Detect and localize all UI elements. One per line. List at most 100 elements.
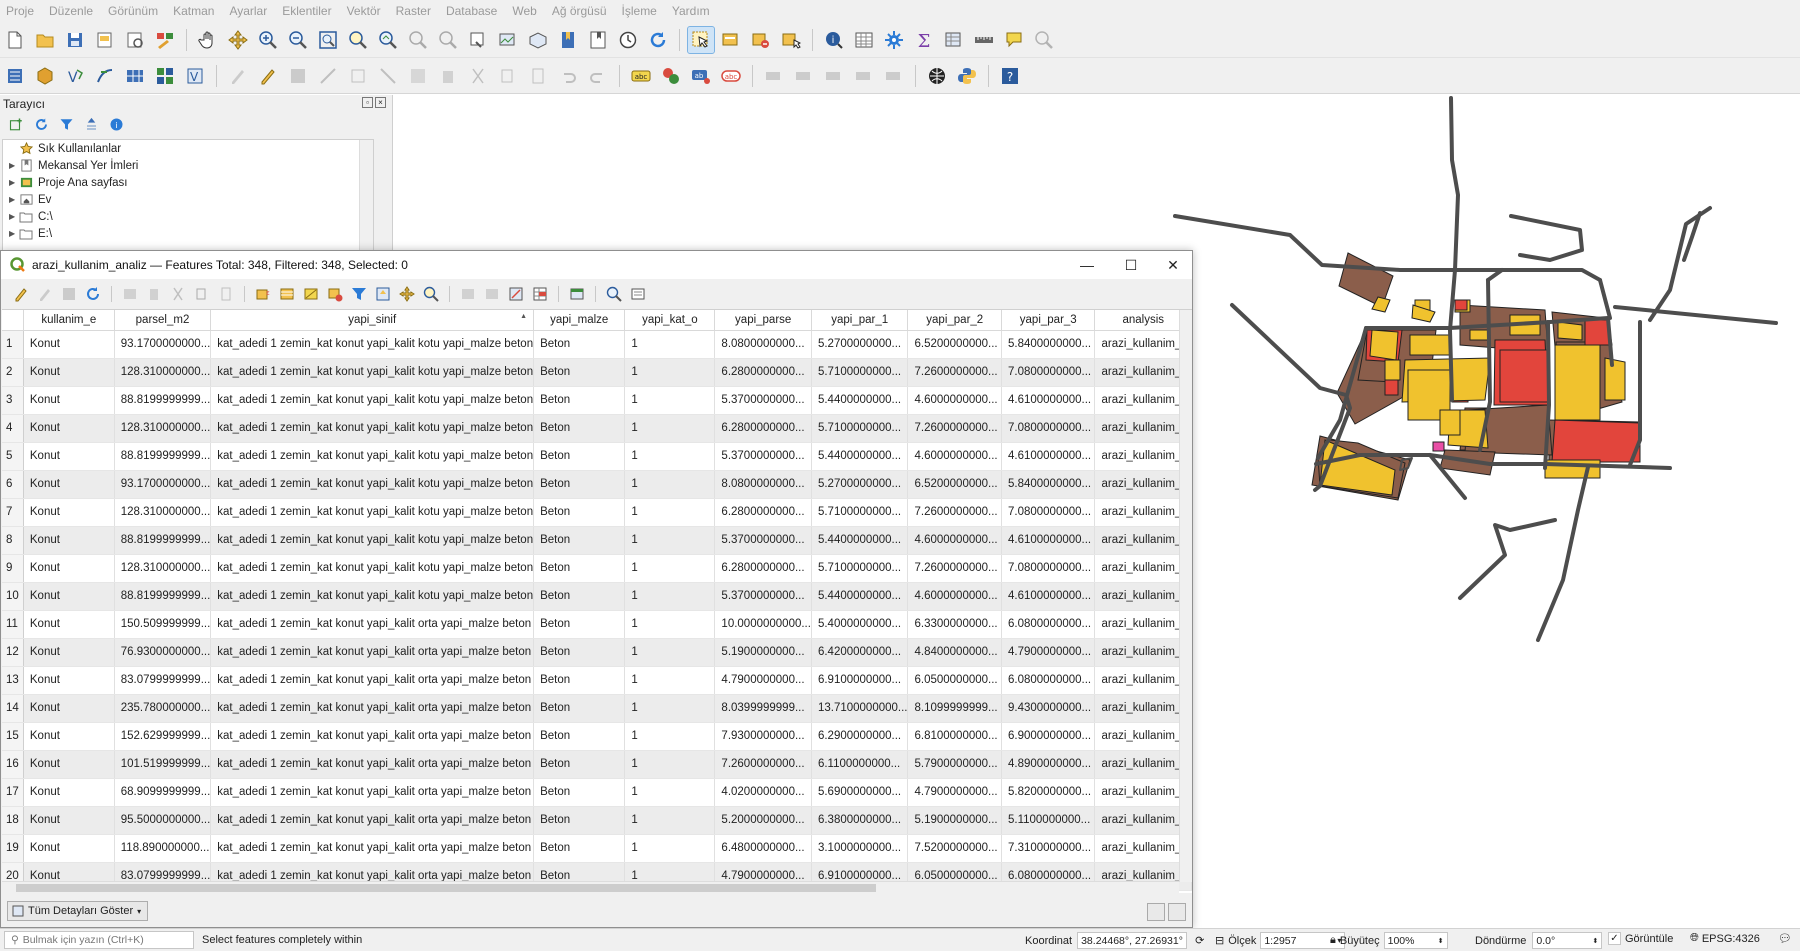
table-cell[interactable]: 5.8400000000... xyxy=(1001,470,1096,499)
table-cell[interactable]: 1 xyxy=(624,722,716,751)
new-geopackage-icon[interactable] xyxy=(32,63,58,89)
browser-tree-item[interactable]: ▶ Proje Ana sayfası xyxy=(3,174,373,191)
table-cell[interactable]: 4.6000000000... xyxy=(907,386,1002,415)
table-row[interactable]: 3 Konut 88.8199999999... kat_adedi 1 zemin_… xyxy=(2,386,1192,415)
table-cell[interactable]: 7.2600000000... xyxy=(907,414,1002,443)
table-cell[interactable]: 235.780000000... xyxy=(114,694,212,723)
table-cell[interactable]: Beton xyxy=(533,526,626,555)
table-cell[interactable]: Konut xyxy=(23,694,115,723)
add-wms-layer-icon[interactable] xyxy=(152,63,178,89)
table-cell[interactable]: 128.310000000... xyxy=(114,358,212,387)
add-layer-icon[interactable] xyxy=(7,115,25,133)
show-bookmarks-icon[interactable] xyxy=(585,27,611,53)
table-cell[interactable]: 5.7100000000... xyxy=(811,498,909,527)
corner-header[interactable] xyxy=(2,310,24,331)
table-cell[interactable]: 4.7900000000... xyxy=(907,778,1002,807)
table-cell[interactable]: 8.0800000000... xyxy=(714,470,812,499)
search-actions-icon[interactable] xyxy=(604,283,624,305)
table-cell[interactable]: 6.0800000000... xyxy=(1001,666,1096,695)
crs-widget[interactable]: 🌐︎ EPSG:4326 xyxy=(1690,932,1760,945)
add-vector-layer-icon[interactable]: V xyxy=(62,63,88,89)
add-wfs-layer-icon[interactable]: V xyxy=(182,63,208,89)
table-cell[interactable]: Beton xyxy=(533,722,626,751)
table-cell[interactable]: 7.9300000000... xyxy=(714,722,812,751)
table-cell[interactable]: 7.2600000000... xyxy=(907,498,1002,527)
column-header[interactable]: yapi_par_1 xyxy=(811,310,909,331)
table-cell[interactable]: 4.6000000000... xyxy=(907,582,1002,611)
table-cell[interactable]: Beton xyxy=(533,666,626,695)
toggle-extents-icon[interactable]: ⟳ xyxy=(1195,934,1204,947)
copy-icon[interactable] xyxy=(192,283,212,305)
table-cell[interactable]: 5.3700000000... xyxy=(714,582,812,611)
table-cell[interactable]: 1 xyxy=(624,806,716,835)
expand-arrow-icon[interactable]: ▶ xyxy=(9,195,19,204)
table-cell[interactable]: 5.3700000000... xyxy=(714,526,812,555)
column-header[interactable]: yapi_malze xyxy=(533,310,626,331)
table-cell[interactable]: Beton xyxy=(533,498,626,527)
table-cell[interactable]: 4.7900000000... xyxy=(714,666,812,695)
table-cell[interactable]: Konut xyxy=(23,498,115,527)
zoom-to-selection-icon[interactable] xyxy=(345,27,371,53)
browser-tree-item[interactable]: ▶ C:\ xyxy=(3,208,373,225)
table-cell[interactable]: 1 xyxy=(624,526,716,555)
table-cell[interactable]: Beton xyxy=(533,554,626,583)
table-cell[interactable]: 88.8199999999... xyxy=(114,582,212,611)
table-cell[interactable]: kat_adedi 1 zemin_kat konut yapi_kalit k… xyxy=(210,582,535,611)
pan-hand-icon[interactable] xyxy=(195,27,221,53)
table-row[interactable]: 4 Konut 128.310000000... kat_adedi 1 zemin_… xyxy=(2,414,1192,443)
table-cell[interactable]: Beton xyxy=(533,638,626,667)
table-cell[interactable]: 6.2800000000... xyxy=(714,554,812,583)
select-features-icon[interactable] xyxy=(687,25,715,54)
table-cell[interactable]: 5.1900000000... xyxy=(714,638,812,667)
table-cell[interactable]: arazi_kullanim_... xyxy=(1094,694,1192,723)
table-cell[interactable]: Beton xyxy=(533,806,626,835)
column-header[interactable]: parsel_m2 xyxy=(114,310,212,331)
invert-selection-icon[interactable] xyxy=(301,283,321,305)
row-number[interactable]: 18 xyxy=(2,806,24,835)
table-cell[interactable]: 4.8900000000... xyxy=(1001,750,1096,779)
deselect-all-icon[interactable] xyxy=(748,27,774,53)
table-cell[interactable]: kat_adedi 1 zemin_kat konut yapi_kalit o… xyxy=(210,806,535,835)
table-cell[interactable]: arazi_kullanim_... xyxy=(1094,442,1192,471)
table-cell[interactable]: 88.8199999999... xyxy=(114,386,212,415)
table-cell[interactable]: Beton xyxy=(533,778,626,807)
table-cell[interactable]: 4.6000000000... xyxy=(907,526,1002,555)
coordinate-field[interactable]: 38.24468°, 27.26931° xyxy=(1077,932,1188,949)
column-header[interactable]: yapi_par_3 xyxy=(1001,310,1096,331)
table-cell[interactable]: 5.7100000000... xyxy=(811,554,909,583)
table-row[interactable]: 6 Konut 93.1700000000... kat_adedi 1 zemin_… xyxy=(2,470,1192,499)
table-cell[interactable]: kat_adedi 1 zemin_kat konut yapi_kalit k… xyxy=(210,414,535,443)
table-cell[interactable]: 1 xyxy=(624,834,716,863)
table-cell[interactable]: Konut xyxy=(23,610,115,639)
table-cell[interactable]: 13.7100000000... xyxy=(811,694,909,723)
deselect-all-icon[interactable] xyxy=(325,283,345,305)
table-cell[interactable]: 1 xyxy=(624,386,716,415)
table-cell[interactable]: 93.1700000000... xyxy=(114,470,212,499)
temporal-controller-icon[interactable] xyxy=(615,27,641,53)
table-cell[interactable]: 150.509999999... xyxy=(114,610,212,639)
table-cell[interactable]: 3.1000000000... xyxy=(811,834,909,863)
table-row[interactable]: 12 Konut 76.9300000000... kat_adedi 1 zemin… xyxy=(2,638,1192,667)
dock-table-icon[interactable] xyxy=(567,283,587,305)
move-selection-top-icon[interactable] xyxy=(373,283,393,305)
table-cell[interactable]: 6.0800000000... xyxy=(1001,610,1096,639)
table-cell[interactable]: Konut xyxy=(23,666,115,695)
table-cell[interactable]: 1 xyxy=(624,498,716,527)
table-cell[interactable]: arazi_kullanim_... xyxy=(1094,526,1192,555)
table-cell[interactable]: arazi_kullanim_... xyxy=(1094,834,1192,863)
table-cell[interactable]: Konut xyxy=(23,750,115,779)
table-cell[interactable]: Konut xyxy=(23,526,115,555)
table-cell[interactable]: 7.0800000000... xyxy=(1001,414,1096,443)
table-row[interactable]: 18 Konut 95.5000000000... kat_adedi 1 zemin… xyxy=(2,806,1192,835)
table-cell[interactable]: arazi_kullanim_... xyxy=(1094,666,1192,695)
table-cell[interactable]: arazi_kullanim_... xyxy=(1094,610,1192,639)
table-cell[interactable]: arazi_kullanim_... xyxy=(1094,498,1192,527)
row-number[interactable]: 14 xyxy=(2,694,24,723)
table-cell[interactable]: 6.2800000000... xyxy=(714,358,812,387)
table-cell[interactable]: kat_adedi 1 zemin_kat konut yapi_kalit o… xyxy=(210,610,535,639)
table-cell[interactable]: Beton xyxy=(533,442,626,471)
identify-features-icon[interactable]: i xyxy=(821,27,847,53)
select-by-value-icon[interactable] xyxy=(718,27,744,53)
table-cell[interactable]: arazi_kullanim_... xyxy=(1094,806,1192,835)
table-cell[interactable]: 1 xyxy=(624,470,716,499)
